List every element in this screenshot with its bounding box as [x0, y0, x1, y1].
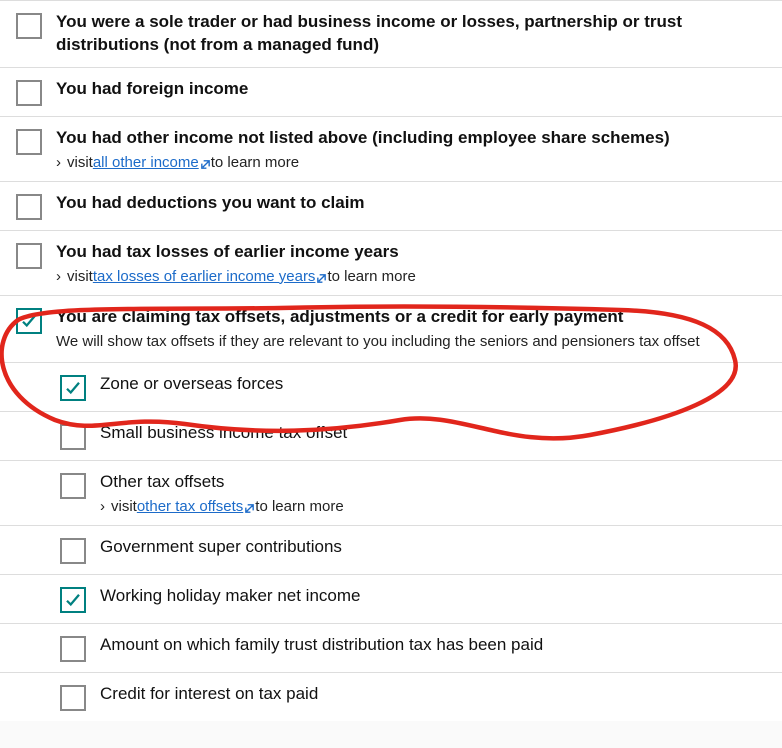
row-content: You are claiming tax offsets, adjustment…: [56, 306, 766, 352]
checkbox-1[interactable]: [16, 80, 42, 106]
row-content: Working holiday maker net income: [100, 585, 766, 608]
checkbox-8[interactable]: [60, 473, 86, 499]
visit-line: › visit other tax offsets to learn more: [100, 498, 766, 515]
row-content: You had deductions you want to claim: [56, 192, 766, 215]
row-label: Zone or overseas forces: [100, 373, 766, 396]
row-label: Government super contributions: [100, 536, 766, 559]
checkbox-11[interactable]: [60, 636, 86, 662]
row-content: You were a sole trader or had business i…: [56, 11, 766, 57]
checkbox-7[interactable]: [60, 424, 86, 450]
row-label: Amount on which family trust distributio…: [100, 634, 766, 657]
row-content: You had other income not listed above (i…: [56, 127, 766, 171]
visit-suffix: to learn more: [211, 154, 299, 171]
checkbox-10[interactable]: [60, 587, 86, 613]
row-label: Other tax offsets: [100, 471, 766, 494]
row-content: Government super contributions: [100, 536, 766, 559]
external-link-icon: [316, 271, 327, 282]
row-content: You had tax losses of earlier income yea…: [56, 241, 766, 285]
checkbox-4[interactable]: [16, 243, 42, 269]
row-label: You had foreign income: [56, 78, 766, 101]
row-label: You had other income not listed above (i…: [56, 127, 766, 150]
row-label: You are claiming tax offsets, adjustment…: [56, 306, 766, 329]
row-label: Credit for interest on tax paid: [100, 683, 766, 706]
visit-suffix: to learn more: [327, 268, 415, 285]
row-label: You had tax losses of earlier income yea…: [56, 241, 766, 264]
row-subtext: We will show tax offsets if they are rel…: [56, 331, 766, 352]
visit-line: › visit all other income to learn more: [56, 154, 766, 171]
checklist-row: Other tax offsets › visit other tax offset…: [0, 460, 782, 525]
checkbox-2[interactable]: [16, 129, 42, 155]
row-content: Zone or overseas forces: [100, 373, 766, 396]
checkbox-3[interactable]: [16, 194, 42, 220]
row-content: Credit for interest on tax paid: [100, 683, 766, 706]
checkbox-9[interactable]: [60, 538, 86, 564]
checklist-row: Zone or overseas forces: [0, 362, 782, 411]
visit-line: › visit tax losses of earlier income year…: [56, 268, 766, 285]
checklist-row: Small business income tax offset: [0, 411, 782, 460]
visit-link[interactable]: all other income: [93, 154, 199, 171]
external-link-icon: [200, 157, 211, 168]
visit-prefix: visit: [111, 498, 137, 515]
chevron-right-icon: ›: [56, 154, 61, 171]
visit-prefix: visit: [67, 268, 93, 285]
visit-suffix: to learn more: [255, 498, 343, 515]
row-label: Working holiday maker net income: [100, 585, 766, 608]
row-content: You had foreign income: [56, 78, 766, 101]
chevron-right-icon: ›: [100, 498, 105, 515]
checkbox-6[interactable]: [60, 375, 86, 401]
visit-link[interactable]: tax losses of earlier income years: [93, 268, 316, 285]
checklist-row: Government super contributions: [0, 525, 782, 574]
chevron-right-icon: ›: [56, 268, 61, 285]
checklist-row: You are claiming tax offsets, adjustment…: [0, 295, 782, 362]
checklist-row: You had tax losses of earlier income yea…: [0, 230, 782, 295]
checklist-container: You were a sole trader or had business i…: [0, 0, 782, 721]
checklist-row: Credit for interest on tax paid: [0, 672, 782, 721]
visit-link[interactable]: other tax offsets: [137, 498, 243, 515]
checkbox-5[interactable]: [16, 308, 42, 334]
checklist-row: Amount on which family trust distributio…: [0, 623, 782, 672]
row-label: You had deductions you want to claim: [56, 192, 766, 215]
visit-prefix: visit: [67, 154, 93, 171]
row-content: Amount on which family trust distributio…: [100, 634, 766, 657]
checklist-row: Working holiday maker net income: [0, 574, 782, 623]
checklist-row: You had foreign income: [0, 67, 782, 116]
checkmark-icon: [20, 312, 38, 330]
row-content: Small business income tax offset: [100, 422, 766, 445]
checklist-row: You had deductions you want to claim: [0, 181, 782, 230]
checkmark-icon: [64, 379, 82, 397]
checkmark-icon: [64, 591, 82, 609]
row-content: Other tax offsets › visit other tax offset…: [100, 471, 766, 515]
checklist-row: You were a sole trader or had business i…: [0, 0, 782, 67]
external-link-icon: [244, 501, 255, 512]
row-label: You were a sole trader or had business i…: [56, 11, 766, 57]
checkbox-0[interactable]: [16, 13, 42, 39]
row-label: Small business income tax offset: [100, 422, 766, 445]
checkbox-12[interactable]: [60, 685, 86, 711]
checklist-row: You had other income not listed above (i…: [0, 116, 782, 181]
